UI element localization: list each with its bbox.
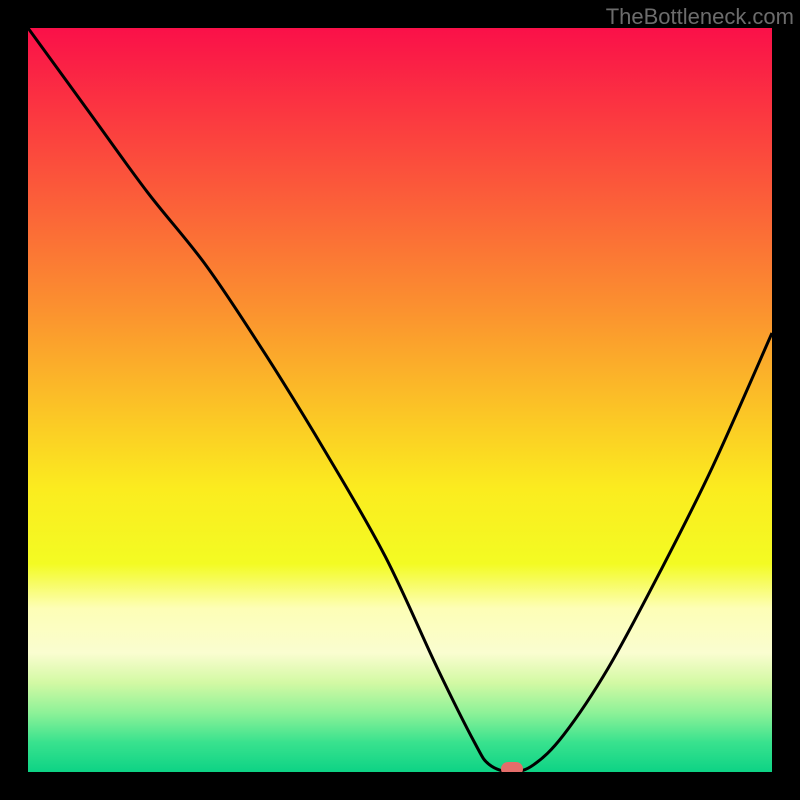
plot-area — [28, 28, 772, 772]
chart-container: TheBottleneck.com — [0, 0, 800, 800]
optimal-marker — [501, 762, 523, 772]
watermark-text: TheBottleneck.com — [606, 4, 794, 30]
bottleneck-curve — [28, 28, 772, 772]
